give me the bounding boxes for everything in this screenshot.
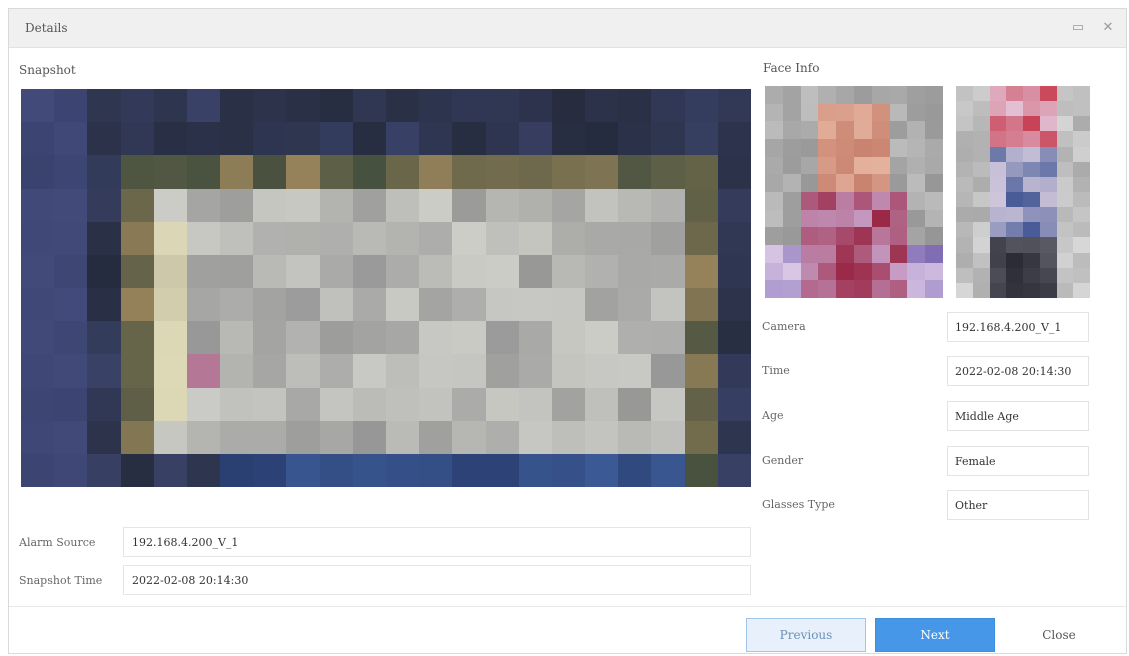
camera-value: 192.168.4.200_V_1 — [947, 312, 1089, 342]
info-row-camera: Camera 192.168.4.200_V_1 — [756, 310, 1094, 344]
info-row-age: Age Middle Age — [756, 399, 1094, 433]
age-label: Age — [762, 409, 784, 422]
dialog-title: Details — [25, 21, 68, 35]
age-value: Middle Age — [947, 401, 1089, 431]
next-button[interactable]: Next — [875, 618, 995, 652]
time-value: 2022-02-08 20:14:30 — [947, 356, 1089, 386]
alarm-source-label: Alarm Source — [19, 536, 96, 549]
time-label: Time — [762, 364, 790, 377]
face-info-label: Face Info — [763, 61, 820, 75]
snapshot-time-value: 2022-02-08 20:14:30 — [123, 565, 751, 595]
alarm-source-value: 192.168.4.200_V_1 — [123, 527, 751, 557]
snapshot-time-label: Snapshot Time — [19, 574, 103, 587]
gender-value: Female — [947, 446, 1089, 476]
glasses-type-label: Glasses Type — [762, 498, 835, 511]
restore-icon[interactable]: ▭ — [1069, 19, 1087, 37]
snapshot-label: Snapshot — [19, 63, 76, 77]
title-bar: Details ▭ ✕ — [9, 9, 1126, 48]
face-image — [765, 86, 943, 298]
close-icon[interactable]: ✕ — [1099, 19, 1117, 37]
camera-label: Camera — [762, 320, 806, 333]
body-image — [956, 86, 1090, 298]
alarm-source-row: Alarm Source 192.168.4.200_V_1 — [17, 527, 751, 557]
footer-divider — [9, 606, 1126, 607]
info-row-glasses: Glasses Type Other — [756, 488, 1094, 522]
details-dialog: Details ▭ ✕ Snapshot Face Info Camera 19… — [8, 8, 1127, 654]
info-row-time: Time 2022-02-08 20:14:30 — [756, 354, 1094, 388]
snapshot-time-row: Snapshot Time 2022-02-08 20:14:30 — [17, 565, 751, 595]
close-button[interactable]: Close — [1004, 618, 1114, 652]
info-row-gender: Gender Female — [756, 444, 1094, 478]
gender-label: Gender — [762, 454, 804, 467]
snapshot-image — [21, 89, 751, 487]
previous-button[interactable]: Previous — [746, 618, 866, 652]
glasses-type-value: Other — [947, 490, 1089, 520]
